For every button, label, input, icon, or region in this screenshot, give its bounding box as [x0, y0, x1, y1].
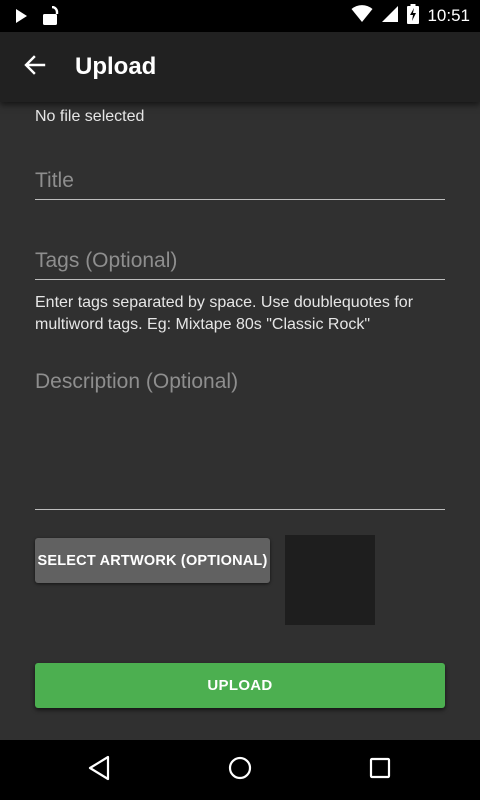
- status-bar-left: [14, 5, 62, 31]
- status-bar: 10:51: [0, 0, 480, 32]
- upload-form: No file selected Enter tags separated by…: [0, 102, 480, 740]
- title-field: [35, 164, 445, 200]
- unlock-icon: [42, 5, 62, 31]
- signal-icon: [381, 5, 399, 28]
- play-icon: [14, 8, 28, 29]
- battery-charging-icon: [407, 3, 420, 29]
- tags-field: [35, 244, 445, 280]
- nav-back-icon: [87, 755, 111, 786]
- status-time: 10:51: [427, 6, 470, 25]
- file-status-text: No file selected: [35, 108, 145, 125]
- arrow-back-icon: [23, 53, 47, 82]
- status-bar-right: 10:51: [351, 3, 470, 29]
- description-field: [35, 368, 445, 510]
- upload-button[interactable]: UPLOAD: [35, 663, 445, 708]
- nav-recents-button[interactable]: [360, 752, 400, 788]
- tags-input[interactable]: [35, 244, 445, 278]
- select-artwork-button[interactable]: SELECT ARTWORK (OPTIONAL): [35, 538, 270, 583]
- app-bar: Upload: [0, 32, 480, 102]
- nav-back-button[interactable]: [79, 752, 119, 788]
- wifi-icon: [351, 4, 373, 28]
- back-button[interactable]: [14, 46, 56, 88]
- artwork-preview: [285, 535, 375, 625]
- navigation-bar: [0, 740, 480, 800]
- tags-hint-text: Enter tags separated by space. Use doubl…: [35, 294, 414, 333]
- title-input[interactable]: [35, 164, 445, 198]
- nav-recents-icon: [369, 757, 391, 784]
- nav-home-button[interactable]: [220, 752, 260, 788]
- description-input[interactable]: [35, 368, 445, 506]
- page-title: Upload: [75, 53, 157, 80]
- nav-home-icon: [227, 755, 253, 786]
